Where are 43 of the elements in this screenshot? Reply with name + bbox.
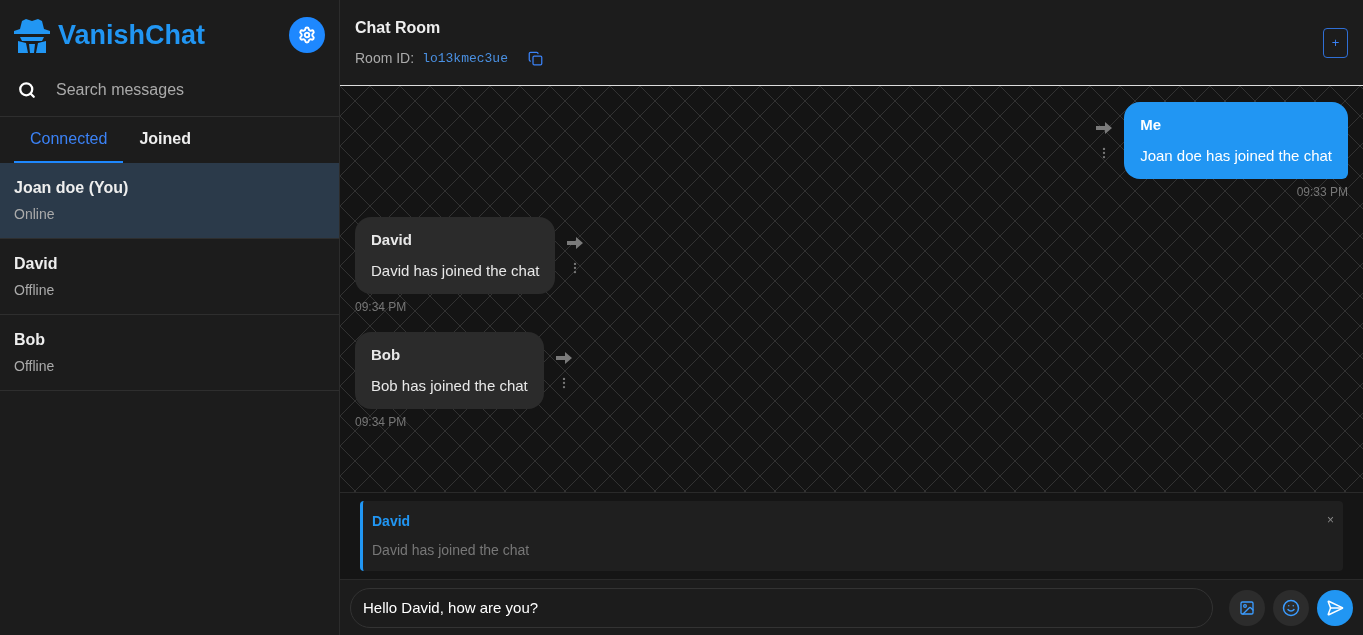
sender-name: Bob bbox=[371, 345, 402, 365]
message-text: Joan doe has joined the chat bbox=[1140, 145, 1332, 166]
smile-icon bbox=[1282, 598, 1300, 617]
tab[interactable]: Joined bbox=[123, 116, 207, 163]
message-text: David has joined the chat bbox=[371, 260, 540, 281]
message-time: 09:34 PM bbox=[355, 299, 407, 316]
brand-name: VanishChat bbox=[58, 19, 206, 52]
copy-icon[interactable] bbox=[527, 51, 543, 66]
search-field[interactable]: Search messages bbox=[56, 77, 321, 102]
settings-icon bbox=[298, 26, 316, 45]
contact-status: Online bbox=[14, 204, 56, 224]
message-time: 09:34 PM bbox=[355, 414, 407, 431]
contact-item[interactable]: Bob Offline bbox=[0, 314, 339, 391]
message-time: 09:33 PM bbox=[1296, 184, 1348, 201]
contact-status: Offline bbox=[14, 356, 56, 376]
add-button[interactable]: + bbox=[1323, 27, 1348, 58]
image-icon bbox=[1239, 599, 1255, 616]
image-button[interactable] bbox=[1229, 589, 1265, 626]
contact-item[interactable]: David Offline bbox=[0, 238, 339, 315]
emoji-button[interactable] bbox=[1273, 589, 1309, 626]
sender-name: Me bbox=[1140, 115, 1162, 135]
search-icon bbox=[18, 80, 36, 99]
contact-name: Joan doe (You) bbox=[14, 177, 130, 198]
reply-text: David has joined the chat bbox=[372, 541, 530, 560]
contact-name: David bbox=[14, 253, 59, 274]
spy-hat-logo-icon bbox=[14, 17, 50, 54]
forward-arrow-icon[interactable] bbox=[1096, 122, 1113, 134]
room-id-label: Room ID: bbox=[355, 49, 415, 68]
sender-name: David bbox=[371, 230, 413, 250]
contact-item[interactable]: Joan doe (You) Online bbox=[0, 162, 339, 239]
message-text: Bob has joined the chat bbox=[371, 375, 528, 396]
send-icon bbox=[1326, 598, 1344, 617]
reply-sender: David bbox=[372, 512, 412, 531]
room-id: lo13kmec3ue bbox=[422, 49, 508, 68]
forward-arrow-icon[interactable] bbox=[555, 352, 572, 364]
settings-button[interactable] bbox=[289, 17, 325, 54]
contact-status: Offline bbox=[14, 280, 56, 300]
send-button[interactable] bbox=[1317, 589, 1353, 626]
forward-arrow-icon[interactable] bbox=[567, 237, 584, 249]
contact-name: Bob bbox=[14, 329, 47, 350]
message-input[interactable]: Hello David, how are you? bbox=[350, 587, 1213, 628]
close-reply-button[interactable]: × bbox=[1327, 511, 1334, 529]
chat-title: Chat Room bbox=[355, 18, 442, 38]
